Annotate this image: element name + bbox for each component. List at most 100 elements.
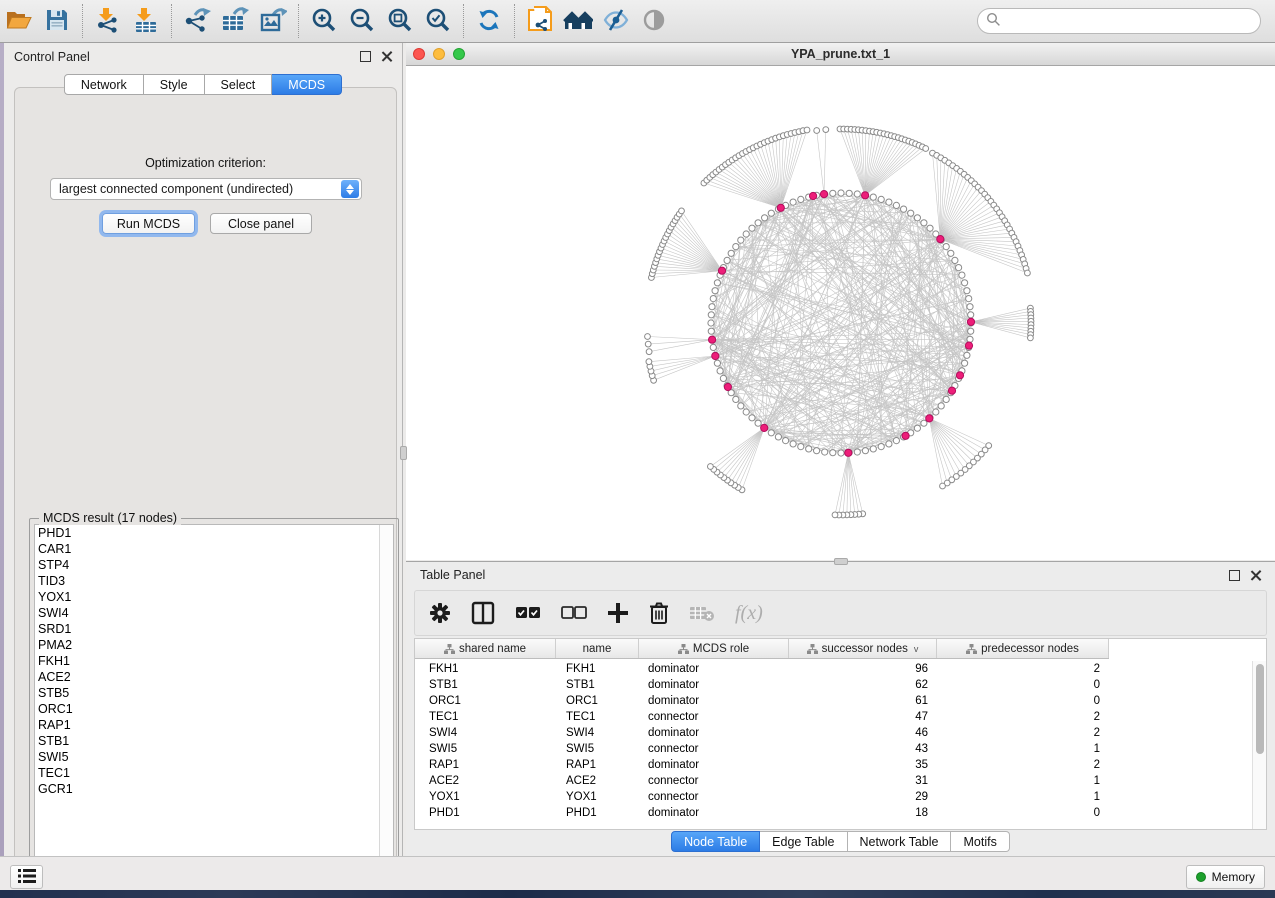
column-attribute-icon	[966, 644, 977, 654]
tab-style[interactable]: Style	[144, 74, 205, 95]
network-window-title: YPA_prune.txt_1	[406, 47, 1275, 61]
mcds-result-item[interactable]: PHD1	[35, 525, 393, 541]
network-graph[interactable]	[406, 66, 1275, 560]
mcds-result-item[interactable]: CAR1	[35, 541, 393, 557]
desktop-background-strip-bottom	[0, 890, 1275, 898]
zoom-in-button[interactable]	[305, 3, 343, 39]
refresh-button[interactable]	[470, 3, 508, 39]
mcds-result-item[interactable]: GCR1	[35, 781, 393, 797]
mcds-result-title: MCDS result (17 nodes)	[39, 511, 181, 525]
mcds-result-item[interactable]: STB5	[35, 685, 393, 701]
select-all-rows-icon[interactable]	[515, 606, 541, 620]
mcds-result-item[interactable]: SWI4	[35, 605, 393, 621]
task-history-button[interactable]	[10, 865, 43, 889]
zoom-selected-button[interactable]	[419, 3, 457, 39]
table-cell: connector	[639, 775, 789, 787]
mcds-result-item[interactable]: SWI5	[35, 749, 393, 765]
column-visibility-icon[interactable]	[471, 601, 495, 625]
show-all-networks-button[interactable]	[559, 3, 597, 39]
main-toolbar	[0, 0, 1275, 43]
bottom-tab-network-table[interactable]: Network Table	[848, 831, 952, 852]
mcds-result-item[interactable]: TID3	[35, 573, 393, 589]
table-scrollbar[interactable]	[1252, 661, 1266, 829]
column-attribute-icon	[444, 644, 455, 654]
toolbar-separator	[171, 4, 172, 38]
criterion-select[interactable]: largest connected component (undirected)	[50, 178, 362, 200]
mcds-result-item[interactable]: PMA2	[35, 637, 393, 653]
run-mcds-button[interactable]: Run MCDS	[102, 213, 195, 234]
table-row[interactable]: FKH1FKH1dominator962	[415, 661, 1266, 677]
save-session-button[interactable]	[38, 3, 76, 39]
table-scrollbar-thumb[interactable]	[1256, 664, 1264, 754]
tab-mcds[interactable]: MCDS	[272, 74, 342, 95]
hide-selected-button[interactable]	[597, 3, 635, 39]
table-row[interactable]: PHD1PHD1dominator180	[415, 805, 1266, 821]
vertical-splitter-handle[interactable]	[400, 446, 407, 460]
add-column-icon[interactable]	[607, 602, 629, 624]
table-row[interactable]: ORC1ORC1dominator610	[415, 693, 1266, 709]
control-panel-tabs: Network Style Select MCDS	[4, 74, 402, 95]
settings-gear-icon[interactable]	[429, 602, 451, 624]
table-header-row: shared namenameMCDS rolesuccessor nodesv…	[415, 639, 1109, 659]
float-panel-icon[interactable]	[360, 51, 371, 62]
open-file-button[interactable]	[0, 3, 38, 39]
zoom-out-button[interactable]	[343, 3, 381, 39]
import-table-button[interactable]	[127, 3, 165, 39]
mcds-result-item[interactable]: YOX1	[35, 589, 393, 605]
memory-button[interactable]: Memory	[1186, 865, 1265, 889]
column-header-successor-nodes[interactable]: successor nodesv	[789, 639, 937, 658]
network-canvas[interactable]	[406, 66, 1275, 560]
bottom-tab-motifs[interactable]: Motifs	[951, 831, 1009, 852]
column-header-shared-name[interactable]: shared name	[415, 639, 556, 658]
table-row[interactable]: SWI4SWI4dominator462	[415, 725, 1266, 741]
mcds-result-item[interactable]: TEC1	[35, 765, 393, 781]
table-row[interactable]: ACE2ACE2connector311	[415, 773, 1266, 789]
table-row[interactable]: STB1STB1dominator620	[415, 677, 1266, 693]
search-input[interactable]	[1007, 14, 1260, 28]
column-header-MCDS-role[interactable]: MCDS role	[639, 639, 789, 658]
horizontal-splitter-handle[interactable]	[834, 558, 848, 565]
table-cell: dominator	[639, 663, 789, 675]
mcds-result-item[interactable]: STP4	[35, 557, 393, 573]
mcds-result-scrollbar[interactable]	[379, 525, 393, 876]
close-panel-button[interactable]: Close panel	[210, 213, 312, 234]
tab-network[interactable]: Network	[64, 74, 144, 95]
zoom-fit-button[interactable]	[381, 3, 419, 39]
toolbar-separator	[82, 4, 83, 38]
new-network-from-selection-button[interactable]	[521, 3, 559, 39]
float-table-panel-icon[interactable]	[1229, 570, 1240, 581]
show-selected-button[interactable]	[635, 3, 673, 39]
table-cell: RAP1	[556, 759, 639, 771]
table-row[interactable]: RAP1RAP1dominator352	[415, 757, 1266, 773]
mcds-result-item[interactable]: RAP1	[35, 717, 393, 733]
task-list-icon	[18, 869, 36, 886]
close-panel-icon[interactable]	[381, 51, 392, 62]
table-cell: 1	[937, 791, 1109, 803]
export-network-button[interactable]	[178, 3, 216, 39]
mcds-result-item[interactable]: FKH1	[35, 653, 393, 669]
column-header-predecessor-nodes[interactable]: predecessor nodes	[937, 639, 1109, 658]
mcds-result-item[interactable]: ACE2	[35, 669, 393, 685]
mcds-result-list[interactable]: PHD1CAR1STP4TID3YOX1SWI4SRD1PMA2FKH1ACE2…	[34, 524, 394, 877]
function-builder-icon[interactable]: f(x)	[735, 602, 763, 625]
export-table-button[interactable]	[216, 3, 254, 39]
table-row[interactable]: TEC1TEC1connector472	[415, 709, 1266, 725]
save-session-icon	[45, 8, 69, 35]
delete-column-icon[interactable]	[649, 601, 669, 625]
table-cell: 46	[789, 727, 937, 739]
table-row[interactable]: YOX1YOX1connector291	[415, 789, 1266, 805]
tab-select[interactable]: Select	[205, 74, 273, 95]
mcds-result-item[interactable]: SRD1	[35, 621, 393, 637]
mcds-result-item[interactable]: STB1	[35, 733, 393, 749]
import-network-button[interactable]	[89, 3, 127, 39]
table-row[interactable]: SWI5SWI5connector431	[415, 741, 1266, 757]
close-table-panel-icon[interactable]	[1250, 570, 1261, 581]
search-box[interactable]	[977, 8, 1261, 34]
column-header-name[interactable]: name	[556, 639, 639, 658]
bottom-tab-edge-table[interactable]: Edge Table	[760, 831, 847, 852]
deselect-all-rows-icon[interactable]	[561, 606, 587, 620]
export-image-button[interactable]	[254, 3, 292, 39]
delete-table-icon[interactable]	[689, 604, 715, 622]
bottom-tab-node-table[interactable]: Node Table	[671, 831, 760, 852]
mcds-result-item[interactable]: ORC1	[35, 701, 393, 717]
